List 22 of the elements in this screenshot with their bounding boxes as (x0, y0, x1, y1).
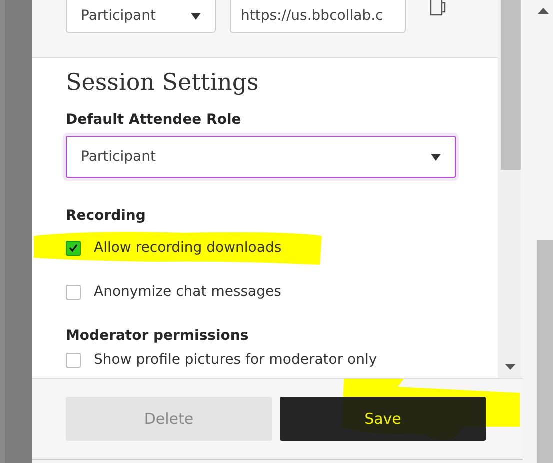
save-button[interactable]: Save (280, 397, 486, 441)
section-title: Session Settings (66, 70, 260, 96)
group-heading: Recording (66, 208, 147, 224)
scrollbar-thumb[interactable] (500, 0, 520, 170)
checkbox[interactable] (66, 240, 81, 256)
scroll-down-icon[interactable] (505, 364, 516, 370)
scroll-up-icon[interactable] (538, 8, 549, 14)
checkbox-label: Allow recording downloads (94, 240, 282, 256)
checkmark-icon (69, 244, 78, 252)
copy-icon[interactable] (430, 0, 446, 16)
role-select[interactable]: Participant (66, 0, 216, 33)
checkbox-label: Show profile pictures for moderator only (94, 352, 378, 368)
scrollbar-thumb[interactable] (537, 240, 553, 463)
url-field[interactable]: https://us.bbcollab.c (230, 0, 406, 33)
dropdown-arrow-icon (431, 154, 441, 160)
checkbox-label: Anonymize chat messages (94, 284, 282, 300)
dropdown-arrow-icon (191, 12, 201, 20)
field-label: Default Attendee Role (66, 112, 242, 128)
checkbox[interactable] (66, 352, 81, 368)
default-role-select[interactable]: Participant (66, 136, 456, 178)
checkbox[interactable] (66, 284, 81, 300)
group-heading: Moderator permissions (66, 328, 250, 344)
